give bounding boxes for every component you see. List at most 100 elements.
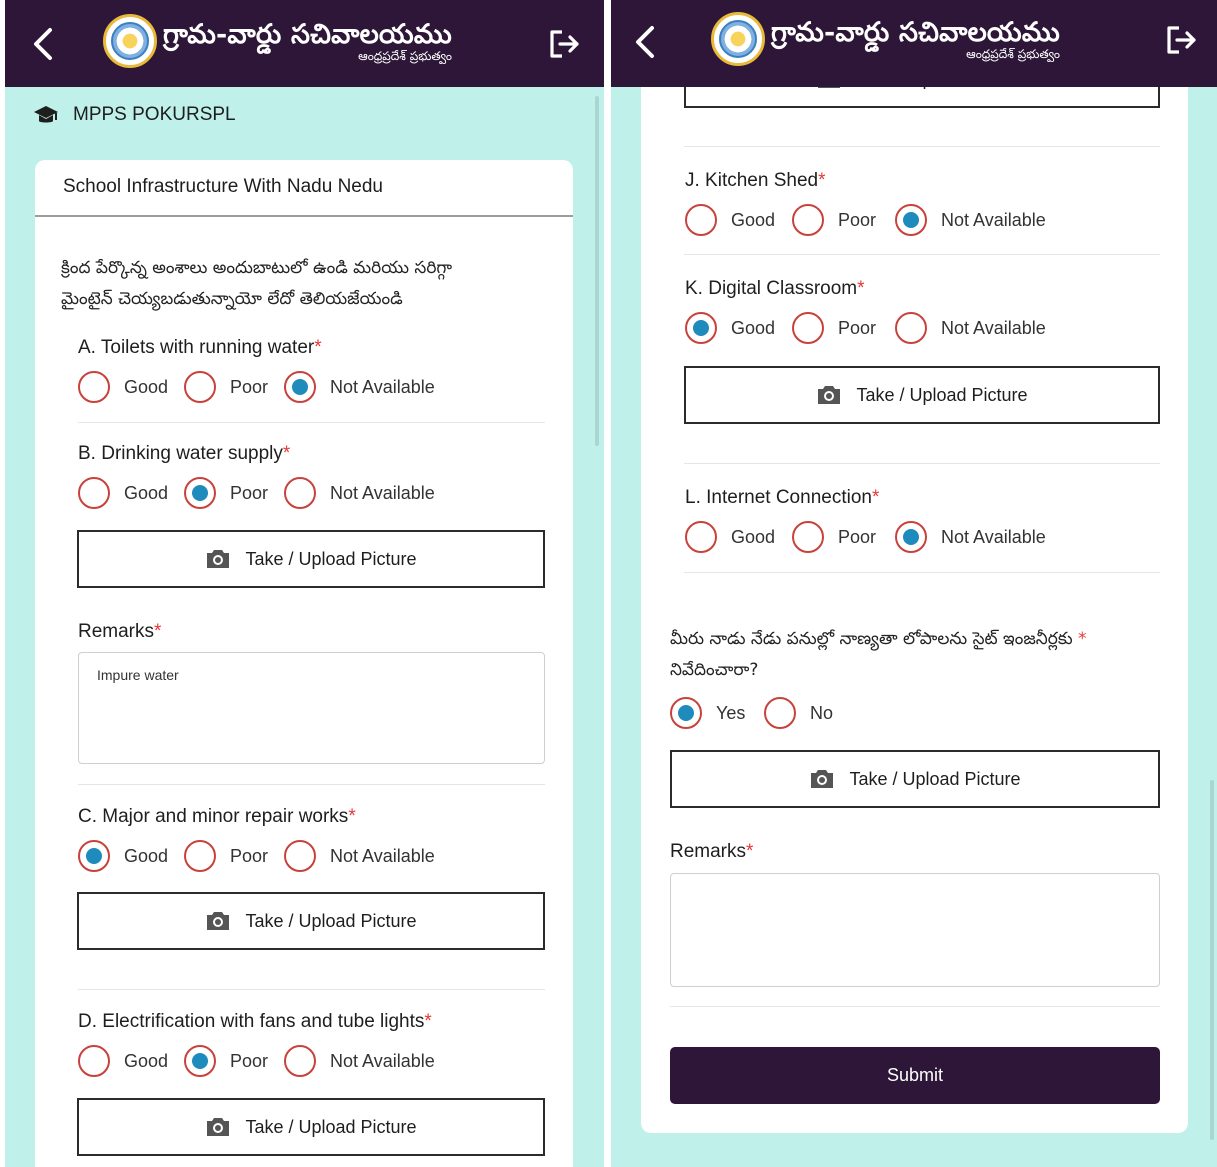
radio-button[interactable] xyxy=(685,204,717,236)
option-good[interactable]: Good xyxy=(685,521,792,553)
upload-picture-button[interactable]: Take / Upload Picture xyxy=(684,366,1160,424)
radio-button[interactable] xyxy=(895,312,927,344)
radio-button[interactable] xyxy=(184,371,216,403)
chevron-left-icon xyxy=(636,26,654,58)
radio-button[interactable] xyxy=(284,840,316,872)
radio-group: Good Poor Not Available xyxy=(78,477,435,509)
logout-button[interactable] xyxy=(546,26,582,62)
upload-picture-button[interactable]: Take / Upload Picture xyxy=(77,1098,545,1156)
app-header: గ్రామ-వార్డు సచివాలయము ఆంధ్రప్రదేశ్ ప్రభ… xyxy=(5,0,604,87)
camera-icon xyxy=(207,912,230,930)
app-subtitle: ఆంధ్రప్రదేశ్ ప్రభుత్వం xyxy=(966,47,1060,61)
divider xyxy=(684,254,1160,255)
radio-button[interactable] xyxy=(284,1045,316,1077)
radio-button[interactable] xyxy=(78,477,110,509)
submit-button[interactable]: Submit xyxy=(670,1047,1160,1104)
option-not-available[interactable]: Not Available xyxy=(895,521,1046,553)
radio-group: Good Poor Not Available xyxy=(685,204,1046,236)
camera-icon xyxy=(207,1118,230,1136)
form-card: School Infrastructure With Nadu Nedu క్ర… xyxy=(35,160,573,1167)
radio-group: Good Poor Not Available xyxy=(78,1045,435,1077)
radio-button[interactable] xyxy=(685,521,717,553)
radio-group: Good Poor Not Available xyxy=(685,312,1046,344)
radio-button[interactable] xyxy=(792,521,824,553)
radio-button[interactable] xyxy=(792,204,824,236)
back-button[interactable] xyxy=(23,24,63,64)
question-a: A. Toilets with running water* Good Poor… xyxy=(78,337,435,403)
option-not-available[interactable]: Not Available xyxy=(284,371,435,403)
upload-picture-button[interactable]: Take / Upload Picture xyxy=(670,750,1160,808)
remarks-textarea[interactable] xyxy=(670,873,1160,987)
option-good[interactable]: Good xyxy=(78,1045,184,1077)
option-good[interactable]: Good xyxy=(685,204,792,236)
option-not-available[interactable]: Not Available xyxy=(895,312,1046,344)
radio-button-selected[interactable] xyxy=(184,477,216,509)
option-not-available[interactable]: Not Available xyxy=(284,840,435,872)
remarks-label: Remarks* xyxy=(78,621,162,642)
question-title: J. Kitchen Shed* xyxy=(685,170,826,191)
question-title: C. Major and minor repair works* xyxy=(78,806,356,827)
option-poor[interactable]: Poor xyxy=(184,840,284,872)
remarks-label: Remarks* xyxy=(670,841,754,862)
app-header: గ్రామ-వార్డు సచివాలయము ఆంధ్రప్రదేశ్ ప్రభ… xyxy=(611,0,1217,87)
radio-button-selected[interactable] xyxy=(184,1045,216,1077)
camera-icon xyxy=(811,770,834,788)
scrollbar[interactable] xyxy=(595,96,599,446)
option-poor[interactable]: Poor xyxy=(184,1045,284,1077)
radio-button-selected[interactable] xyxy=(670,697,702,729)
app-subtitle: ఆంధ్రప్రదేశ్ ప్రభుత్వం xyxy=(358,49,452,63)
question-title: L. Internet Connection* xyxy=(685,487,880,508)
option-poor[interactable]: Poor xyxy=(184,371,284,403)
radio-button[interactable] xyxy=(78,1045,110,1077)
option-poor[interactable]: Poor xyxy=(792,204,895,236)
question-title: A. Toilets with running water* xyxy=(78,337,322,358)
divider xyxy=(670,1006,1160,1007)
option-good[interactable]: Good xyxy=(78,371,184,403)
remarks-textarea[interactable]: Impure water xyxy=(78,652,545,764)
radio-button[interactable] xyxy=(792,312,824,344)
back-button[interactable] xyxy=(625,22,665,62)
radio-button-selected[interactable] xyxy=(284,371,316,403)
section-title: School Infrastructure With Nadu Nedu xyxy=(35,160,573,217)
option-good[interactable]: Good xyxy=(685,312,792,344)
form-card: Take / Upload Picture J. Kitchen Shed* G… xyxy=(641,40,1188,1133)
ap-emblem-logo xyxy=(103,14,157,68)
option-not-available[interactable]: Not Available xyxy=(284,477,435,509)
question-d: D. Electrification with fans and tube li… xyxy=(78,1011,435,1077)
radio-button[interactable] xyxy=(78,371,110,403)
option-good[interactable]: Good xyxy=(78,477,184,509)
question-c: C. Major and minor repair works* Good Po… xyxy=(78,806,435,872)
radio-button-selected[interactable] xyxy=(78,840,110,872)
radio-button[interactable] xyxy=(764,697,796,729)
question-title: D. Electrification with fans and tube li… xyxy=(78,1011,432,1032)
option-not-available[interactable]: Not Available xyxy=(895,204,1046,236)
radio-button-selected[interactable] xyxy=(685,312,717,344)
question-j: J. Kitchen Shed* Good Poor Not Available xyxy=(685,170,1046,236)
option-poor[interactable]: Poor xyxy=(792,312,895,344)
radio-button-selected[interactable] xyxy=(895,204,927,236)
logout-icon xyxy=(1167,26,1196,54)
question-b: B. Drinking water supply* Good Poor Not … xyxy=(78,443,435,509)
upload-picture-button[interactable]: Take / Upload Picture xyxy=(77,892,545,950)
option-poor[interactable]: Poor xyxy=(792,521,895,553)
scrollbar[interactable] xyxy=(1210,780,1214,1140)
option-not-available[interactable]: Not Available xyxy=(284,1045,435,1077)
option-yes[interactable]: Yes xyxy=(670,697,764,729)
radio-button[interactable] xyxy=(184,840,216,872)
question-title: B. Drinking water supply* xyxy=(78,443,291,464)
upload-picture-button[interactable]: Take / Upload Picture xyxy=(77,530,545,588)
school-header: MPPS POKURSPL xyxy=(33,104,236,126)
camera-icon xyxy=(207,550,230,568)
option-poor[interactable]: Poor xyxy=(184,477,284,509)
radio-button-selected[interactable] xyxy=(895,521,927,553)
radio-button[interactable] xyxy=(284,477,316,509)
divider xyxy=(78,784,545,785)
divider xyxy=(78,989,545,990)
logout-icon xyxy=(550,30,579,58)
chevron-left-icon xyxy=(34,28,52,60)
option-no[interactable]: No xyxy=(764,697,833,729)
section-instructions: క్రింద పేర్కొన్న అంశాలు అందుబాటులో ఉండి … xyxy=(61,258,453,309)
left-screen: గ్రామ-వార్డు సచివాలయము ఆంధ్రప్రదేశ్ ప్రభ… xyxy=(5,0,604,1167)
option-good[interactable]: Good xyxy=(78,840,184,872)
logout-button[interactable] xyxy=(1163,22,1199,58)
